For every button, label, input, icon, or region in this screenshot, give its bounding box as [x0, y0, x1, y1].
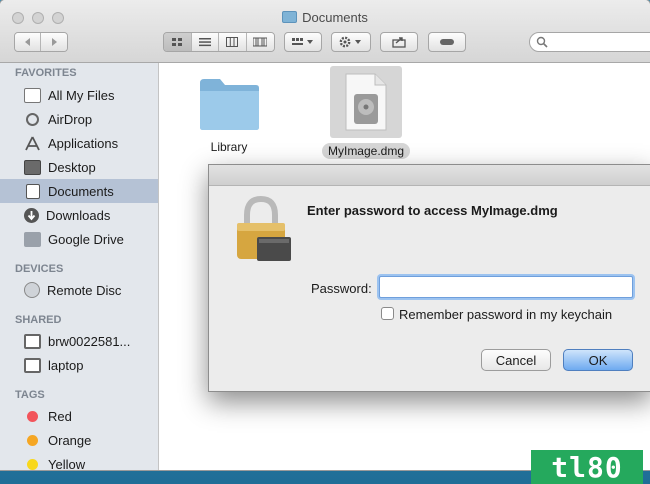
sidebar-item-tag-red[interactable]: Red [0, 404, 158, 428]
downloads-icon [24, 207, 39, 223]
airdrop-icon [26, 112, 39, 126]
file-name: MyImage.dmg [321, 143, 411, 159]
back-button[interactable] [15, 33, 41, 51]
sidebar-item-google-drive[interactable]: Google Drive [0, 227, 158, 251]
sidebar-item-label: Orange [48, 432, 92, 448]
password-field[interactable] [379, 276, 633, 298]
sidebar-item-tag-yellow[interactable]: Yellow [0, 452, 158, 470]
tag-color-dot [27, 458, 38, 470]
tag-color-dot [27, 410, 38, 422]
sidebar-item-laptop[interactable]: laptop [0, 353, 158, 377]
sidebar: FAVORITES All My Files AirDrop Applicati… [0, 63, 159, 470]
cover-flow-view-icon [253, 37, 268, 47]
gear-icon [339, 36, 361, 48]
chevron-left-icon [24, 38, 30, 46]
devices-header: DEVICES [15, 263, 64, 275]
icon-view-button[interactable] [164, 33, 192, 51]
arrange-icon [292, 38, 313, 45]
folder-icon [282, 11, 298, 23]
password-dialog: Enter password to access MyImage.dmg Pas… [208, 164, 650, 392]
sidebar-item-brw0022581[interactable]: brw0022581... [0, 329, 158, 353]
tag-color-dot [27, 434, 38, 446]
tag-icon [440, 39, 454, 45]
file-item-myimage-dmg[interactable]: MyImage.dmg [316, 63, 416, 159]
sidebar-item-downloads[interactable]: Downloads [0, 203, 158, 227]
sidebar-item-label: laptop [48, 357, 84, 373]
sidebar-item-label: AirDrop [48, 111, 93, 127]
file-name: Library [210, 140, 248, 154]
cancel-button[interactable]: Cancel [481, 349, 551, 371]
sidebar-item-label: Yellow [48, 456, 86, 471]
folder-icon [24, 231, 41, 247]
sidebar-item-label: brw0022581... [48, 333, 131, 349]
search-icon [536, 36, 548, 48]
back-forward-control [14, 32, 68, 52]
ok-button[interactable]: OK [563, 349, 633, 371]
sidebar-item-desktop[interactable]: Desktop [0, 155, 158, 179]
folder-icon [200, 79, 259, 130]
chevron-right-icon [52, 38, 57, 46]
dialog-message: Enter password to access MyImage.dmg [307, 203, 558, 218]
icon-view-icon [172, 38, 183, 46]
password-label: Password: [311, 281, 372, 296]
sidebar-item-label: Documents [48, 183, 114, 199]
computer-icon [24, 357, 41, 373]
desktop-icon [24, 159, 41, 175]
list-view-button[interactable] [191, 33, 219, 51]
view-mode-control [163, 32, 275, 52]
sidebar-item-label: Red [48, 408, 72, 424]
sidebar-item-label: Desktop [48, 159, 96, 175]
sidebar-item-label: Downloads [46, 207, 111, 223]
applications-icon [24, 136, 41, 151]
search-field[interactable] [529, 32, 650, 52]
favorites-header: FAVORITES [15, 67, 77, 79]
edit-tags-button[interactable] [428, 32, 466, 52]
arrange-button[interactable] [284, 32, 322, 52]
file-item-library[interactable]: Library [189, 73, 269, 154]
documents-icon [26, 183, 40, 199]
disk-image-icon [345, 73, 387, 131]
sidebar-item-label: Remote Disc [47, 282, 122, 298]
share-icon [392, 37, 406, 48]
sidebar-item-label: Google Drive [48, 231, 124, 247]
list-view-icon [198, 38, 211, 47]
sidebar-item-documents[interactable]: Documents [0, 179, 158, 203]
remember-password-label: Remember password in my keychain [399, 307, 613, 322]
selection-highlight [330, 66, 402, 138]
remember-password-checkbox[interactable] [381, 307, 394, 320]
tags-header: TAGS [15, 389, 45, 401]
share-button[interactable] [380, 32, 418, 52]
cover-flow-view-button[interactable] [246, 33, 274, 51]
sidebar-item-all-my-files[interactable]: All My Files [0, 83, 158, 107]
sidebar-item-label: Applications [48, 135, 119, 151]
computer-icon [24, 333, 41, 349]
titlebar: Documents [0, 0, 650, 63]
disc-icon [24, 282, 40, 298]
sidebar-item-tag-orange[interactable]: Orange [0, 428, 158, 452]
all-files-icon [24, 87, 41, 103]
window-title: Documents [302, 10, 368, 25]
dialog-titlebar [209, 165, 650, 186]
column-view-button[interactable] [219, 33, 247, 51]
sidebar-item-label: All My Files [48, 87, 115, 103]
column-view-icon [226, 37, 239, 47]
shared-header: SHARED [15, 314, 62, 326]
forward-button[interactable] [41, 33, 67, 51]
lock-icon [237, 195, 291, 261]
watermark-logo: tl80 [531, 450, 643, 484]
sidebar-item-remote-disc[interactable]: Remote Disc [0, 278, 158, 302]
action-button[interactable] [331, 32, 371, 52]
window-title-area: Documents [0, 10, 650, 25]
sidebar-item-applications[interactable]: Applications [0, 131, 158, 155]
sidebar-item-airdrop[interactable]: AirDrop [0, 107, 158, 131]
